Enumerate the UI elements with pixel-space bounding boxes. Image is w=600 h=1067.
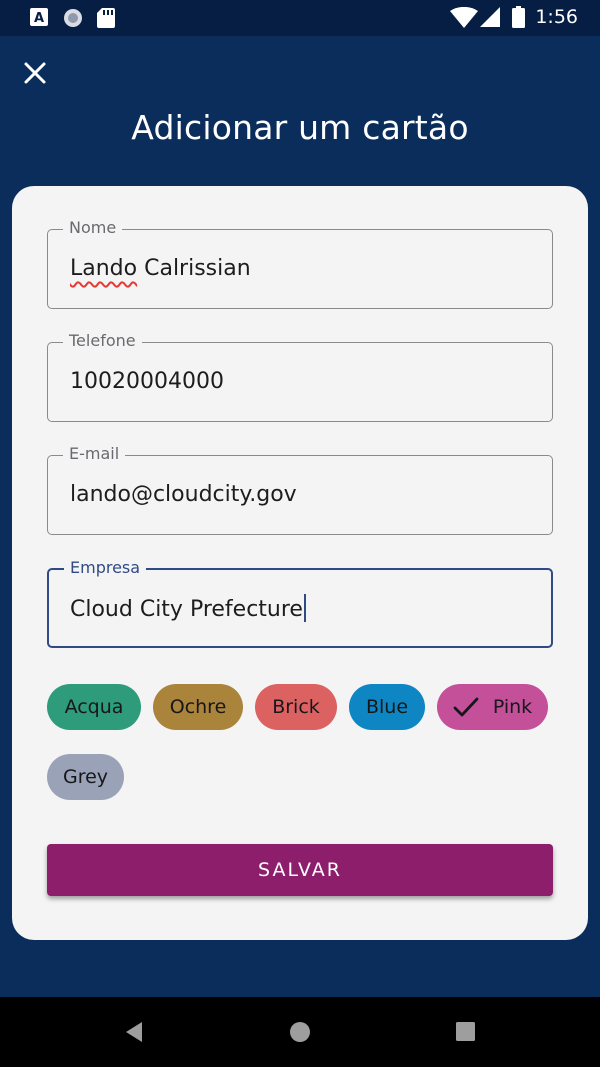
page-title: Adicionar um cartão — [131, 108, 469, 147]
recents-icon[interactable] — [456, 1022, 475, 1041]
company-field[interactable]: Empresa Cloud City Prefecture — [47, 558, 553, 648]
company-field-text: Cloud City Prefecture — [70, 597, 303, 622]
email-field-label: E-mail — [63, 444, 126, 464]
color-chip-brick[interactable]: Brick — [255, 684, 337, 730]
close-icon[interactable] — [20, 58, 50, 88]
phone-field[interactable]: Telefone 10020004000 — [47, 331, 553, 422]
phone-field-value[interactable]: 10020004000 — [70, 368, 224, 396]
color-chip-label: Ochre — [169, 696, 227, 718]
name-field-label: Nome — [63, 218, 123, 238]
status-time: 1:56 — [535, 6, 578, 28]
company-field-label: Empresa — [64, 558, 147, 578]
signal-icon — [480, 7, 500, 27]
color-chip-acqua[interactable]: Acqua — [47, 684, 141, 730]
color-chip-label: Brick — [272, 696, 320, 718]
text-cursor — [303, 594, 306, 622]
name-field-value[interactable]: Lando Calrissian — [70, 255, 251, 283]
color-chip-label: Acqua — [64, 696, 124, 718]
color-chip-label: Grey — [62, 766, 109, 788]
home-icon[interactable] — [289, 1021, 311, 1043]
email-field[interactable]: E-mail lando@cloudcity.gov — [47, 444, 553, 535]
add-card-screen: Adicionar um cartão Nome Lando Calrissia… — [0, 36, 600, 997]
color-chip-grey[interactable]: Grey — [47, 754, 124, 800]
name-field[interactable]: Nome Lando Calrissian — [47, 218, 553, 309]
color-chip-ochre[interactable]: Ochre — [153, 684, 243, 730]
check-icon — [453, 697, 479, 717]
battery-icon — [512, 6, 525, 28]
status-bar: A 1:56 — [0, 0, 600, 36]
email-field-value[interactable]: lando@cloudcity.gov — [70, 481, 297, 509]
name-rest: Calrissian — [137, 256, 251, 281]
navigation-bar — [0, 997, 600, 1067]
save-button[interactable]: SALVAR — [47, 844, 553, 896]
color-chip-blue[interactable]: Blue — [349, 684, 425, 730]
name-first-word: Lando — [70, 256, 138, 281]
svg-text:A: A — [34, 11, 44, 26]
color-chip-pink[interactable]: Pink — [437, 684, 548, 730]
text-a-icon: A — [30, 8, 48, 26]
phone-field-label: Telefone — [63, 331, 142, 351]
company-field-value[interactable]: Cloud City Prefecture — [70, 594, 306, 624]
form-card: Nome Lando Calrissian Telefone 100200040… — [12, 186, 588, 940]
back-icon[interactable] — [124, 1021, 144, 1043]
circle-icon — [64, 9, 82, 27]
sd-card-icon — [97, 8, 115, 28]
wifi-icon — [450, 7, 478, 28]
color-chip-label: Blue — [365, 696, 409, 718]
color-chip-label: Pink — [492, 696, 533, 718]
